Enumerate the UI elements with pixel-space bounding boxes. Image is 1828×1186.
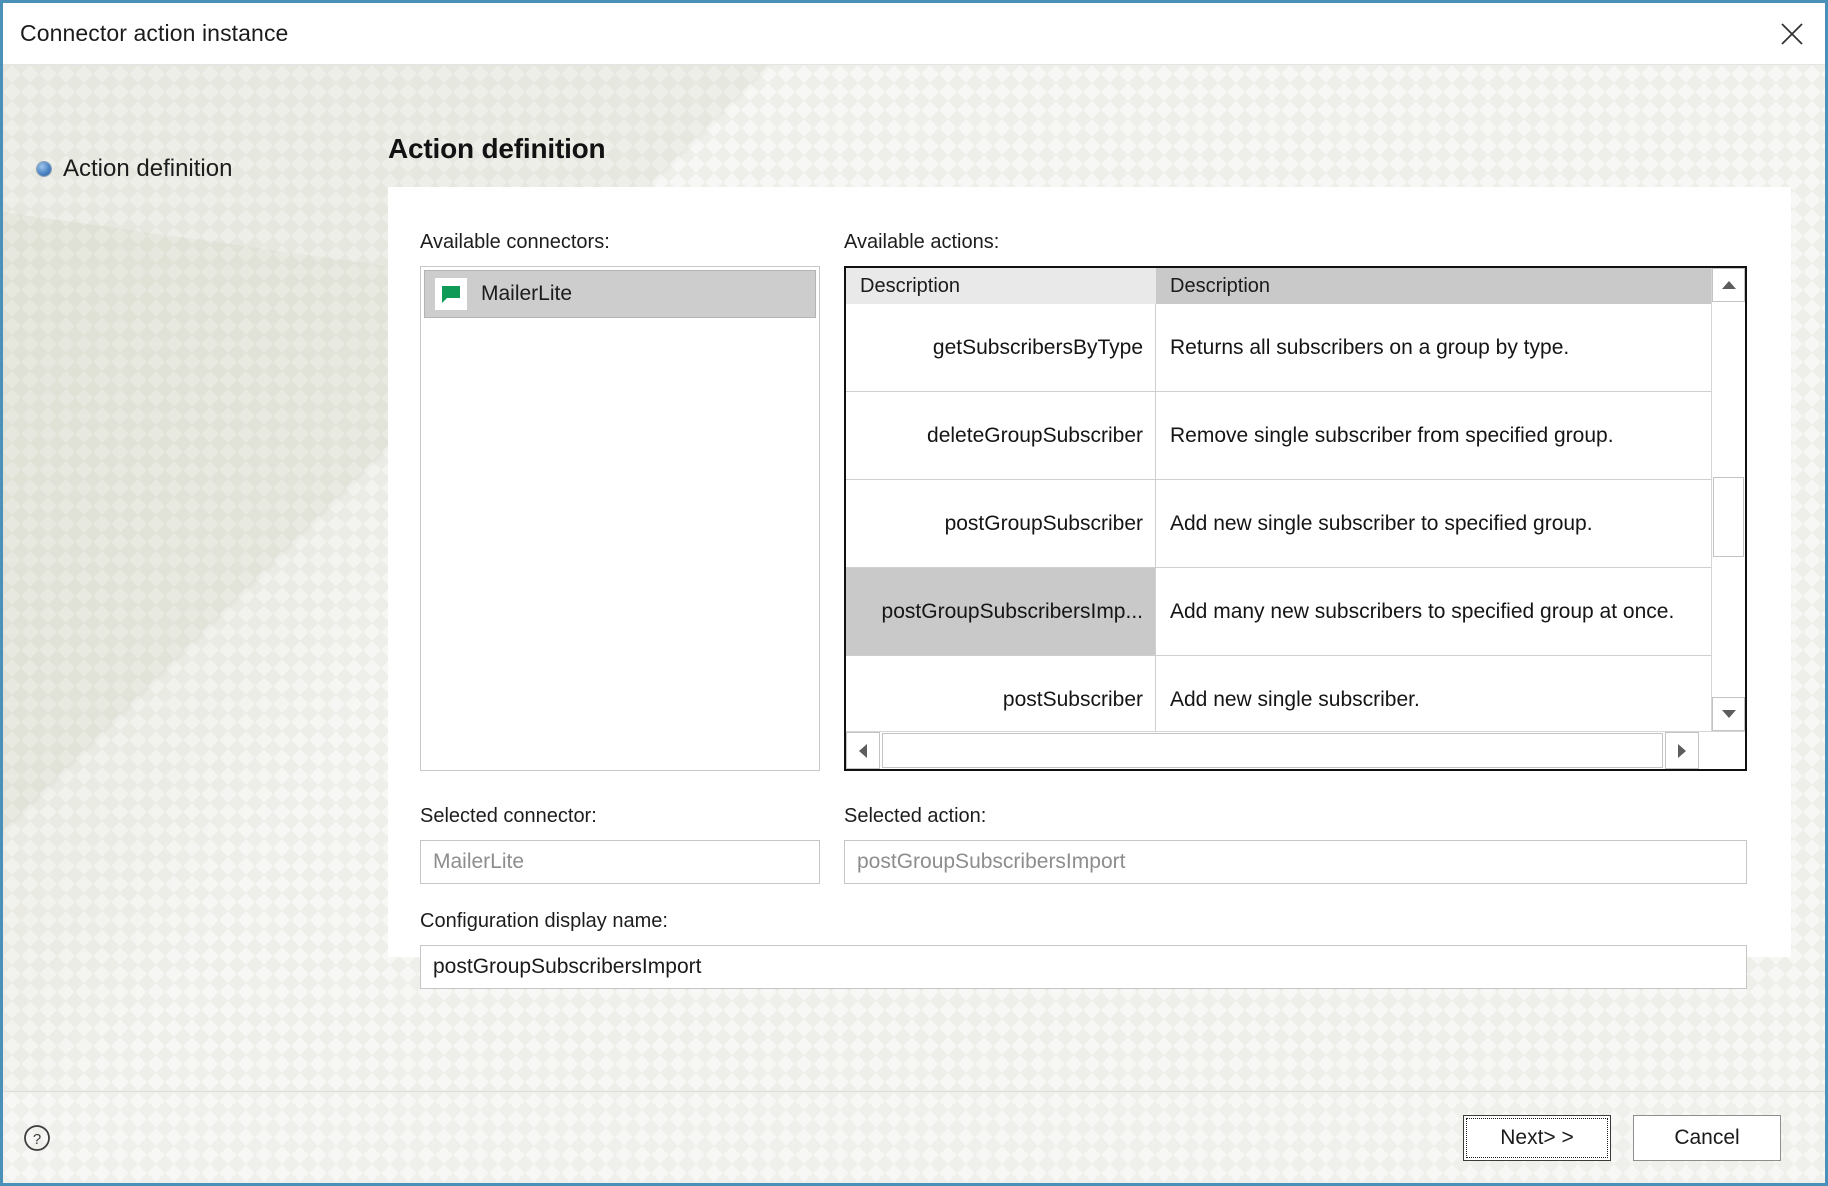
selected-action-section: Selected action: postGroupSubscribersImp… xyxy=(844,805,1747,884)
scroll-right-arrow-icon[interactable] xyxy=(1665,732,1699,769)
vertical-scroll-track[interactable] xyxy=(1712,302,1745,697)
available-actions-section: Available actions: Description Descripti… xyxy=(844,231,1747,771)
selected-action-label: Selected action: xyxy=(844,805,987,827)
action-name-cell[interactable]: postGroupSubscribersImp... xyxy=(846,568,1156,655)
action-description-cell[interactable]: Add new single subscriber to specified g… xyxy=(1156,480,1711,567)
connectors-listbox[interactable]: MailerLite xyxy=(420,266,820,771)
available-actions-label: Available actions: xyxy=(844,231,1000,253)
scroll-up-arrow-icon[interactable] xyxy=(1712,268,1745,302)
svg-text:?: ? xyxy=(33,1131,41,1148)
connector-name: MailerLite xyxy=(481,282,573,305)
table-row[interactable]: getSubscribersByType Returns all subscri… xyxy=(846,304,1711,392)
dialog-window: Connector action instance Action definit… xyxy=(0,0,1828,1186)
page-title: Action definition xyxy=(388,133,606,164)
horizontal-scroll-thumb[interactable] xyxy=(882,733,1663,768)
table-row[interactable]: deleteGroupSubscriber Remove single subs… xyxy=(846,392,1711,480)
content-panel: Available connectors: MailerLite Availab… xyxy=(388,187,1791,989)
table-row[interactable]: postGroupSubscribersImp... Add many new … xyxy=(846,568,1711,656)
action-description-cell[interactable]: Add new single subscriber. xyxy=(1156,656,1711,743)
selected-connector-field: MailerLite xyxy=(420,840,820,884)
available-connectors-section: Available connectors: MailerLite xyxy=(420,231,820,771)
column-header-description[interactable]: Description xyxy=(1156,268,1711,304)
cancel-button[interactable]: Cancel xyxy=(1633,1114,1781,1161)
step-bullet-icon xyxy=(37,162,51,176)
grid-rows: getSubscribersByType Returns all subscri… xyxy=(846,304,1711,744)
selected-connector-section: Selected connector: MailerLite xyxy=(420,805,820,884)
scroll-left-arrow-icon[interactable] xyxy=(846,732,880,769)
action-description-cell[interactable]: Remove single subscriber from specified … xyxy=(1156,392,1711,479)
display-name-section: Configuration display name: xyxy=(420,910,1747,989)
window-title: Connector action instance xyxy=(20,20,289,46)
next-button-label: Next> > xyxy=(1466,1117,1608,1158)
sidebar-item-label: Action definition xyxy=(63,155,233,182)
action-name-cell[interactable]: getSubscribersByType xyxy=(846,304,1156,391)
horizontal-scroll-track[interactable] xyxy=(880,732,1665,769)
main-content: Action definition Available connectors: xyxy=(388,65,1825,1091)
vertical-scroll-thumb[interactable] xyxy=(1713,477,1744,557)
display-name-input[interactable] xyxy=(420,945,1747,989)
action-name-cell[interactable]: postSubscriber xyxy=(846,656,1156,743)
display-name-label: Configuration display name: xyxy=(420,910,668,932)
available-connectors-label: Available connectors: xyxy=(420,231,610,253)
actions-grid[interactable]: Description Description getSubscribersBy… xyxy=(844,266,1747,771)
action-name-cell[interactable]: deleteGroupSubscriber xyxy=(846,392,1156,479)
mailerlite-flag-icon xyxy=(435,278,467,310)
selected-action-field: postGroupSubscribersImport xyxy=(844,840,1747,884)
vertical-scrollbar[interactable] xyxy=(1711,268,1745,731)
help-question-icon[interactable]: ? xyxy=(15,1116,59,1160)
grid-header-row: Description Description xyxy=(846,268,1711,304)
scroll-down-arrow-icon[interactable] xyxy=(1712,697,1745,731)
selected-connector-label: Selected connector: xyxy=(420,805,597,827)
sidebar-item-action-definition[interactable]: Action definition xyxy=(3,155,388,183)
dialog-body: Action definition Action definition Avai… xyxy=(3,65,1825,1183)
action-name-cell[interactable]: postGroupSubscriber xyxy=(846,480,1156,567)
horizontal-scrollbar[interactable] xyxy=(846,731,1745,769)
action-description-cell[interactable]: Add many new subscribers to specified gr… xyxy=(1156,568,1711,655)
next-button[interactable]: Next> > xyxy=(1463,1114,1611,1161)
dialog-footer: ? Next> > Cancel xyxy=(3,1091,1825,1183)
title-bar: Connector action instance xyxy=(3,3,1825,65)
selection-summary: Selected connector: MailerLite Selected … xyxy=(420,805,1747,989)
column-header-name[interactable]: Description xyxy=(846,268,1156,304)
close-icon[interactable] xyxy=(1759,3,1825,64)
table-row[interactable]: postGroupSubscriber Add new single subsc… xyxy=(846,480,1711,568)
wizard-steps-sidebar: Action definition xyxy=(3,65,388,1091)
action-description-cell[interactable]: Returns all subscribers on a group by ty… xyxy=(1156,304,1711,391)
list-item[interactable]: MailerLite xyxy=(424,270,816,318)
scrollbar-corner xyxy=(1699,732,1745,769)
